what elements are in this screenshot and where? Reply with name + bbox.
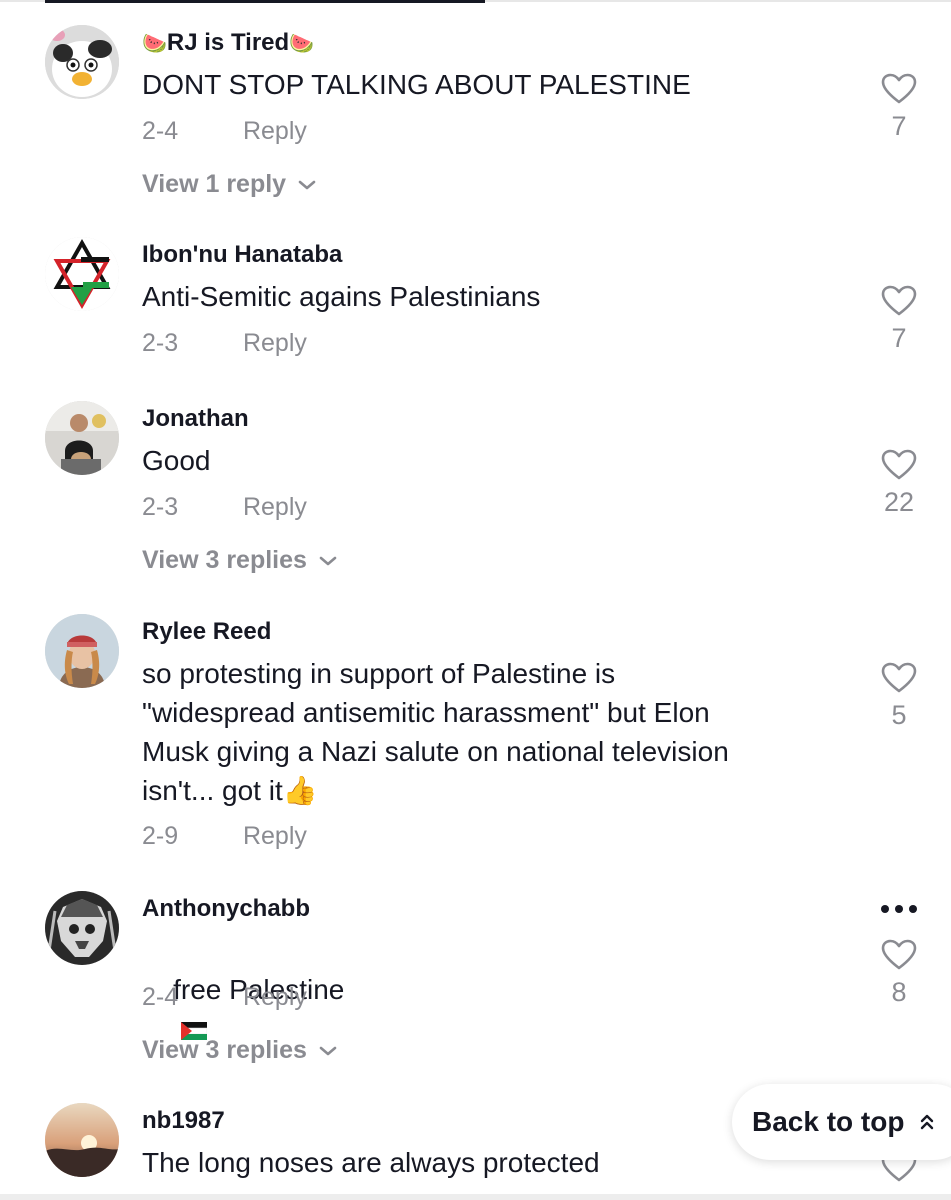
headdress-skull-avatar-icon — [45, 891, 119, 965]
watermelon-icon: 🍉 — [289, 31, 315, 55]
comment-date: 2-9 — [142, 822, 179, 850]
comment-text: Anti-Semitic agains Palestinians — [142, 281, 541, 312]
avatar[interactable] — [45, 1103, 119, 1177]
more-dots-icon — [881, 905, 917, 913]
like-count: 8 — [891, 977, 907, 1007]
bottom-divider — [0, 1194, 951, 1200]
comment-username[interactable]: Ibon'nu Hanataba — [142, 241, 342, 269]
reply-button[interactable]: Reply — [243, 493, 307, 521]
comment-meta: 2-3 Reply — [142, 493, 307, 522]
like-button[interactable]: 7 — [876, 285, 922, 354]
man-with-dog-avatar-icon — [45, 401, 119, 475]
like-button[interactable]: 5 — [876, 662, 922, 731]
back-to-top-button[interactable]: Back to top — [732, 1084, 951, 1160]
like-button[interactable]: 8 — [876, 939, 922, 1008]
star-triangles-avatar-icon — [45, 237, 119, 311]
comment-date: 2-3 — [142, 493, 179, 521]
comment-text: The long noses are always protected — [142, 1147, 600, 1178]
avatar[interactable] — [45, 891, 119, 965]
heart-icon — [881, 939, 917, 970]
comment-username[interactable]: 🍉 RJ is Tired 🍉 — [142, 29, 314, 57]
comment-meta: 2-4 Reply — [142, 983, 307, 1012]
reply-button[interactable]: Reply — [243, 329, 307, 357]
comment-username[interactable]: Rylee Reed — [142, 618, 271, 646]
avatar[interactable] — [45, 401, 119, 475]
chevron-down-icon — [298, 180, 316, 189]
view-replies-button[interactable]: View 3 replies — [142, 1036, 337, 1065]
like-count: 7 — [891, 111, 907, 141]
comment-username[interactable]: Anthonychabb — [142, 895, 310, 923]
avatar[interactable] — [45, 614, 119, 688]
active-tab-indicator — [45, 0, 485, 3]
reply-button[interactable]: Reply — [243, 822, 307, 850]
like-button[interactable]: 22 — [876, 449, 922, 518]
person-cap-avatar-icon — [45, 614, 119, 688]
like-button[interactable]: 7 — [876, 73, 922, 142]
like-count: 5 — [891, 700, 907, 730]
sunset-landscape-avatar-icon — [45, 1103, 119, 1177]
like-count: 22 — [883, 487, 915, 517]
view-replies-button[interactable]: View 3 replies — [142, 546, 337, 575]
comment-text: DONT STOP TALKING ABOUT PALESTINE — [142, 69, 691, 100]
watermelon-icon: 🍉 — [142, 31, 167, 55]
heart-icon — [881, 73, 917, 104]
comment-username[interactable]: Jonathan — [142, 405, 249, 433]
like-count: 7 — [891, 323, 907, 353]
reply-button[interactable]: Reply — [243, 117, 307, 145]
chevron-down-icon — [319, 1046, 337, 1055]
heart-icon — [881, 449, 917, 480]
avatar[interactable] — [45, 237, 119, 311]
chevron-down-icon — [319, 556, 337, 565]
comment-date: 2-4 — [142, 983, 179, 1011]
comment-date: 2-4 — [142, 117, 179, 145]
heart-icon — [881, 285, 917, 316]
view-replies-button[interactable]: View 1 reply — [142, 170, 316, 199]
more-options-button[interactable] — [876, 901, 922, 919]
reply-button[interactable]: Reply — [243, 983, 307, 1011]
avatar[interactable] — [45, 25, 119, 99]
comment-date: 2-3 — [142, 329, 179, 357]
heart-icon — [881, 662, 917, 693]
comment-text: so protesting in support of Palestine is… — [142, 658, 729, 806]
comment-meta: 2-4 Reply — [142, 117, 307, 146]
comment-meta: 2-9 Reply — [142, 822, 307, 851]
comment-meta: 2-3 Reply — [142, 329, 307, 358]
comment-text: Good — [142, 445, 211, 476]
comment-username[interactable]: nb1987 — [142, 1107, 225, 1135]
double-chevron-up-icon — [921, 1114, 934, 1130]
cow-plush-avatar-icon — [45, 25, 119, 99]
